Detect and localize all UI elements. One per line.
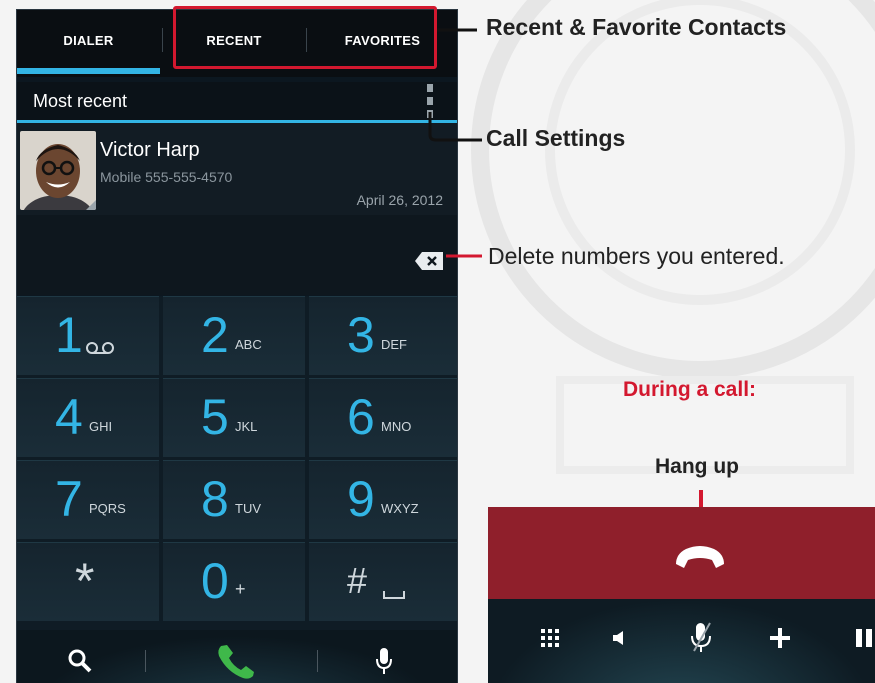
key-digit: 9 (347, 471, 375, 527)
speaker-icon[interactable] (612, 630, 628, 646)
add-call-icon[interactable] (770, 628, 790, 648)
hangup-icon[interactable] (672, 540, 728, 572)
callout-line (446, 254, 482, 258)
avatar (20, 131, 96, 210)
key-digit: 6 (347, 389, 375, 445)
key-5[interactable]: 5 JKL (163, 378, 305, 457)
callout-line (437, 28, 477, 32)
number-entry-field[interactable] (17, 215, 457, 295)
callout-hang-up: Hang up (655, 455, 739, 478)
key-8[interactable]: 8 TUV (163, 460, 305, 539)
key-digit: 3 (347, 307, 375, 363)
dialer-action-bar (17, 630, 457, 683)
phone-screen: DIALER RECENT FAVORITES Most recent Vict… (17, 10, 457, 683)
hangup-area[interactable] (488, 507, 875, 599)
key-star[interactable]: * (17, 542, 159, 621)
microphone-icon[interactable] (376, 646, 392, 676)
dialpad-icon[interactable] (541, 629, 559, 647)
key-digit: 0 (201, 553, 229, 609)
phone-icon[interactable] (213, 640, 257, 683)
action-divider (317, 650, 318, 672)
contact-name: Victor Harp (100, 139, 200, 161)
key-letters: DEF (381, 337, 407, 352)
section-title: Most recent (33, 91, 128, 111)
key-3[interactable]: 3 DEF (309, 296, 457, 375)
key-9[interactable]: 9 WXYZ (309, 460, 457, 539)
key-hash[interactable]: # (309, 542, 457, 621)
key-7[interactable]: 7 PQRS (17, 460, 159, 539)
callout-highlight-box (173, 6, 437, 69)
call-date: April 26, 2012 (356, 192, 443, 208)
key-digit: # (347, 560, 368, 601)
tab-label: DIALER (63, 32, 114, 48)
key-letters: PQRS (89, 501, 126, 516)
key-digit: 1 (55, 307, 83, 363)
in-call-panel (488, 507, 875, 683)
key-letters: MNO (381, 419, 412, 434)
voicemail-icon (86, 342, 114, 354)
contact-number: Mobile 555-555-4570 (100, 169, 233, 185)
tab-selected-indicator (17, 68, 160, 74)
key-1[interactable]: 1 (17, 296, 159, 375)
section-header: Most recent (17, 82, 457, 122)
in-call-controls (488, 599, 875, 683)
key-digit: * (75, 553, 95, 609)
action-divider (145, 650, 146, 672)
key-2[interactable]: 2 ABC (163, 296, 305, 375)
callout-recent-favorites: Recent & Favorite Contacts (486, 14, 787, 40)
search-icon[interactable] (67, 648, 93, 674)
tab-divider (162, 28, 163, 52)
key-letters: GHI (89, 419, 113, 434)
key-digit: 4 (55, 389, 83, 445)
key-letters: WXYZ (381, 501, 419, 516)
space-icon (383, 591, 405, 599)
key-digit: 5 (201, 389, 229, 445)
key-digit: 2 (201, 307, 229, 363)
delete-icon[interactable] (415, 252, 443, 270)
key-4[interactable]: 4 GHI (17, 378, 159, 457)
tab-dialer[interactable]: DIALER (17, 10, 160, 70)
during-call-heading: During a call: (623, 378, 757, 401)
key-letters: ABC (235, 337, 262, 352)
key-digit: 8 (201, 471, 229, 527)
pause-icon[interactable] (856, 629, 875, 647)
key-0[interactable]: 0 + (163, 542, 305, 621)
mute-icon[interactable] (690, 621, 712, 655)
callout-line (428, 112, 482, 142)
key-letters: TUV (235, 501, 261, 516)
callout-delete-numbers: Delete numbers you entered. (488, 243, 785, 269)
callout-call-settings: Call Settings (486, 125, 626, 151)
key-letters: JKL (235, 419, 258, 434)
dialpad: 1 2 ABC 3 DEF 4 GHI 5 JKL 6 MNO 7 PQRS 8 TUV 9W… (17, 296, 457, 630)
key-6[interactable]: 6 MNO (309, 378, 457, 457)
key-digit: 7 (55, 471, 83, 527)
recent-call-item[interactable]: Victor Harp Mobile 555-555-4570 April 26… (17, 123, 457, 215)
key-letters: + (235, 579, 246, 599)
